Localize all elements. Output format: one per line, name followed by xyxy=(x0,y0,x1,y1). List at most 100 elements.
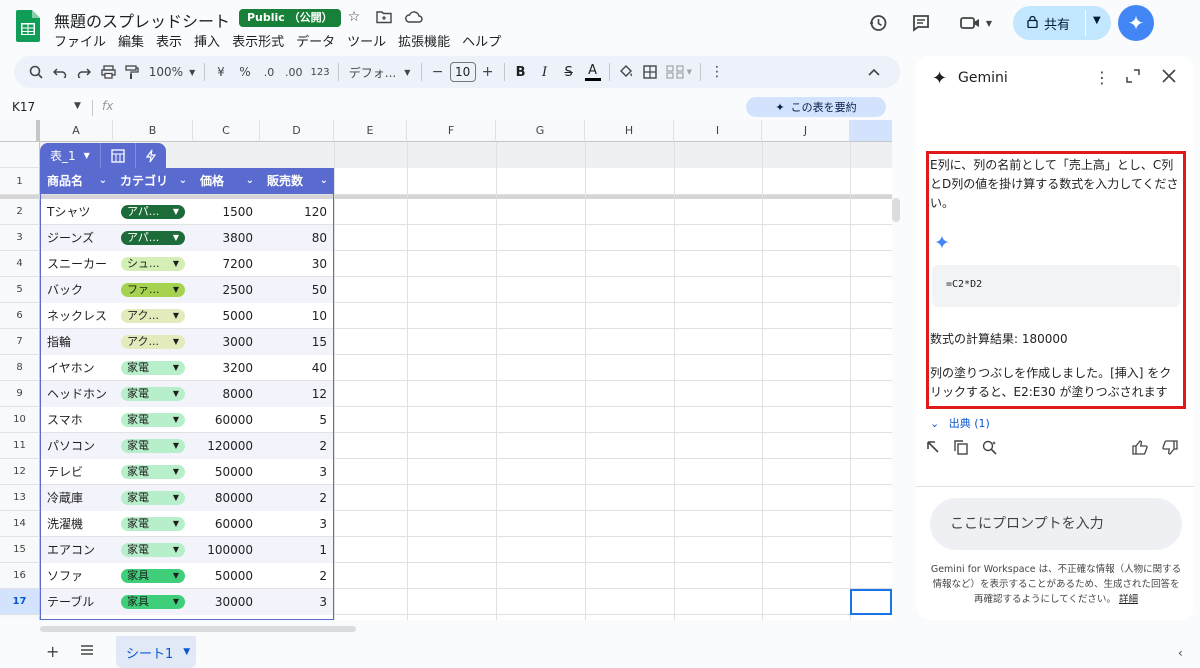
chip-caret-icon[interactable]: ▼ xyxy=(173,491,179,505)
menu-data[interactable]: データ xyxy=(296,30,335,51)
chevron-left-icon[interactable]: ‹ xyxy=(1178,646,1183,660)
cell-product-name[interactable]: 冷蔵庫 xyxy=(47,485,111,511)
category-chip[interactable]: アク... ▼ xyxy=(121,309,185,323)
cell-quantity[interactable]: 2 xyxy=(260,485,327,511)
category-chip[interactable]: 家電 ▼ xyxy=(121,491,185,505)
cell-product-name[interactable]: バック xyxy=(47,277,111,303)
row-header[interactable]: 9 xyxy=(0,381,40,407)
insert-arrow-icon[interactable] xyxy=(926,440,940,458)
percent-format-button[interactable]: % xyxy=(233,60,257,84)
row-header[interactable]: 1 xyxy=(0,168,40,195)
public-badge[interactable]: Public （公開） xyxy=(239,9,341,27)
chip-caret-icon[interactable]: ▼ xyxy=(173,205,179,219)
row-header[interactable]: 16 xyxy=(0,563,40,589)
chip-caret-icon[interactable]: ▼ xyxy=(173,517,179,531)
category-chip[interactable]: アパ... ▼ xyxy=(121,231,185,245)
move-folder-icon[interactable] xyxy=(375,8,393,26)
cell-product-name[interactable]: ソファ xyxy=(47,563,111,589)
version-history-icon[interactable] xyxy=(866,11,890,35)
row-header[interactable]: 8 xyxy=(0,355,40,381)
row-header[interactable]: 10 xyxy=(0,407,40,433)
cell-quantity[interactable]: 40 xyxy=(260,355,327,381)
cell-product-name[interactable]: Tシャツ xyxy=(47,199,111,225)
vertical-scrollbar[interactable] xyxy=(892,198,900,222)
column-header[interactable]: E xyxy=(334,120,407,142)
strikethrough-button[interactable]: S xyxy=(557,60,581,84)
category-chip[interactable]: 家具 ▼ xyxy=(121,595,185,609)
column-header[interactable]: C xyxy=(193,120,260,142)
cell-price[interactable]: 1500 xyxy=(193,199,253,225)
search-menus-icon[interactable] xyxy=(24,60,48,84)
cell-quantity[interactable]: 12 xyxy=(260,381,327,407)
increase-decimal-button[interactable]: .00 xyxy=(281,60,307,84)
spreadsheet-grid[interactable]: 表_1 ▼ 商品名 ⌄ カテゴリ ⌄ 価格 ⌄ 販売数 ⌄ Tシャツ アパ...… xyxy=(0,120,892,620)
star-icon[interactable]: ☆ xyxy=(345,8,363,26)
chevron-down-icon[interactable]: ⌄ xyxy=(179,168,187,194)
cell-product-name[interactable]: イヤホン xyxy=(47,355,111,381)
menu-format[interactable]: 表示形式 xyxy=(232,30,284,51)
name-box[interactable]: K17 xyxy=(12,100,35,114)
undo-icon[interactable] xyxy=(48,60,72,84)
sheet-tab-caret-icon[interactable]: ▼ xyxy=(183,647,190,657)
cell-quantity[interactable]: 2 xyxy=(260,433,327,459)
column-header[interactable]: A xyxy=(40,120,113,142)
row-header[interactable]: 2 xyxy=(0,199,40,225)
menu-view[interactable]: 表示 xyxy=(156,30,182,51)
cell-quantity[interactable]: 3 xyxy=(260,511,327,537)
row-header[interactable]: 3 xyxy=(0,225,40,251)
table-view-icon[interactable] xyxy=(101,143,136,168)
column-header[interactable]: B xyxy=(113,120,193,142)
cell-product-name[interactable]: 指輪 xyxy=(47,329,111,355)
chip-caret-icon[interactable]: ▼ xyxy=(173,439,179,453)
zoom-select[interactable]: 100% ▼ xyxy=(144,60,200,84)
fill-color-icon[interactable] xyxy=(614,60,638,84)
row-header[interactable]: 13 xyxy=(0,485,40,511)
chevron-down-icon[interactable]: ⌄ xyxy=(99,168,107,194)
cell-product-name[interactable]: エアコン xyxy=(47,537,111,563)
decrease-decimal-button[interactable]: .0 xyxy=(257,60,281,84)
sheets-logo-icon[interactable] xyxy=(16,10,40,42)
prompt-input[interactable]: ここにプロンプトを入力 xyxy=(930,498,1182,550)
merge-cells-icon[interactable]: ▼ xyxy=(662,60,696,84)
cell-product-name[interactable]: テーブル xyxy=(47,589,111,615)
column-header[interactable]: D xyxy=(260,120,334,142)
cell-price[interactable]: 7200 xyxy=(193,251,253,277)
category-chip[interactable]: 家電 ▼ xyxy=(121,439,185,453)
row-header[interactable]: 7 xyxy=(0,329,40,355)
table-chip[interactable]: 表_1 ▼ xyxy=(40,143,166,168)
collapse-toolbar-icon[interactable] xyxy=(862,60,886,84)
chip-caret-icon[interactable]: ▼ xyxy=(173,569,179,583)
chevron-down-icon[interactable]: ⌄ xyxy=(320,168,328,194)
bold-button[interactable]: B xyxy=(509,60,533,84)
row-header[interactable]: 6 xyxy=(0,303,40,329)
menu-extensions[interactable]: 拡張機能 xyxy=(398,30,450,51)
row-header[interactable]: 12 xyxy=(0,459,40,485)
chip-caret-icon[interactable]: ▼ xyxy=(173,595,179,609)
copy-icon[interactable] xyxy=(954,440,968,459)
category-chip[interactable]: 家電 ▼ xyxy=(121,361,185,375)
comments-icon[interactable] xyxy=(909,11,933,35)
category-chip[interactable]: 家電 ▼ xyxy=(121,387,185,401)
cell-product-name[interactable]: ネックレス xyxy=(47,303,111,329)
cell-price[interactable]: 3000 xyxy=(193,329,253,355)
header-product-name[interactable]: 商品名 ⌄ xyxy=(40,168,113,194)
menu-insert[interactable]: 挿入 xyxy=(194,30,220,51)
share-button[interactable]: 共有 ▼ xyxy=(1013,6,1111,40)
column-header[interactable]: J xyxy=(762,120,850,142)
row-header[interactable]: 4 xyxy=(0,251,40,277)
cell-product-name[interactable]: ジーンズ xyxy=(47,225,111,251)
thumbs-up-icon[interactable] xyxy=(1132,440,1148,459)
column-header[interactable] xyxy=(850,120,892,142)
thumbs-down-icon[interactable] xyxy=(1162,440,1178,459)
meet-caret-icon[interactable]: ▼ xyxy=(986,19,992,28)
chip-caret-icon[interactable]: ▼ xyxy=(173,361,179,375)
cell-quantity[interactable]: 10 xyxy=(260,303,327,329)
table-name-button[interactable]: 表_1 ▼ xyxy=(40,143,101,168)
category-chip[interactable]: 家電 ▼ xyxy=(121,413,185,427)
cell-quantity[interactable]: 15 xyxy=(260,329,327,355)
font-size-decrease-button[interactable]: − xyxy=(426,60,450,84)
text-color-button[interactable]: A xyxy=(581,60,605,84)
row-header[interactable]: 18 xyxy=(0,615,40,620)
meet-icon[interactable]: ▼ xyxy=(956,11,996,35)
document-title[interactable]: 無題のスプレッドシート xyxy=(54,8,230,32)
